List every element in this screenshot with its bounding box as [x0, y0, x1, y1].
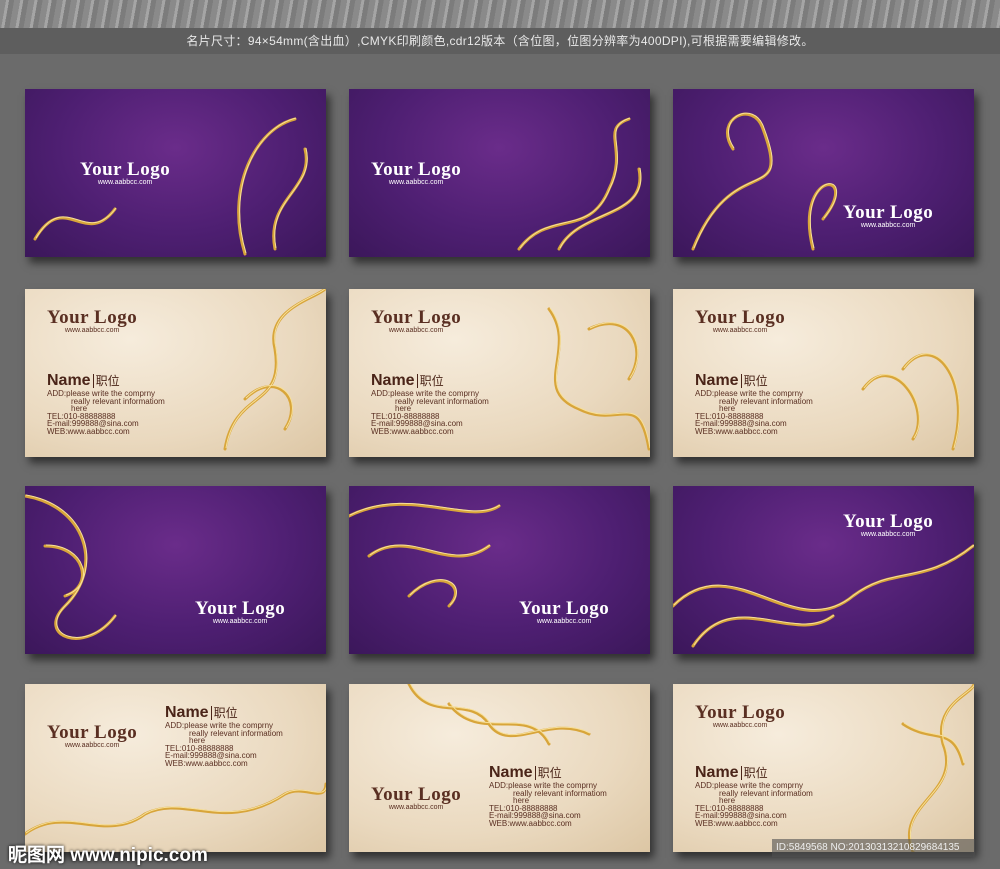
- logo-text: Your Logo: [371, 159, 462, 180]
- address-line-2: really relevant informatiom: [719, 788, 813, 798]
- spec-description: 名片尺寸：94×54mm(含出血）,CMYK印刷颜色,cdr12版本（含位图，位…: [0, 28, 1000, 54]
- logo-text: Your Logo: [843, 202, 934, 223]
- name-label: Name: [371, 372, 415, 389]
- gold-swirl-ornament: [349, 502, 501, 608]
- logo-text: Your Logo: [371, 784, 462, 805]
- name-label: Name: [489, 764, 533, 781]
- business-card[interactable]: Your Logo www.aabbcc.com Name 职位 ADD:pleas…: [25, 289, 326, 457]
- name-label: Name: [165, 704, 209, 721]
- image-id-label: ID:5849568 NO:20130313210829684135: [772, 839, 975, 857]
- address-line-2: really relevant informatiom: [189, 728, 283, 738]
- card-logo: Your Logo www.aabbcc.com: [80, 159, 170, 186]
- web-line: WEB:www.aabbcc.com: [695, 818, 778, 828]
- card-logo: Your Logo www.aabbcc.com: [195, 598, 285, 625]
- logo-text: Your Logo: [47, 307, 138, 328]
- business-card[interactable]: Your Logo www.aabbcc.com: [673, 486, 974, 654]
- card-logo: Your Logo www.aabbcc.com: [47, 307, 137, 334]
- gold-swirl-ornament: [691, 112, 837, 251]
- business-card[interactable]: Your Logo www.aabbcc.com: [25, 486, 326, 654]
- business-card[interactable]: Your Logo www.aabbcc.com Name 职位 ADD:pleas…: [25, 684, 326, 852]
- name-label: Name: [695, 372, 739, 389]
- address-line-2: really relevant informatiom: [719, 396, 813, 406]
- contact-info: Name 职位 ADD:please write the comprny real…: [695, 764, 845, 827]
- name-label: Name: [47, 372, 91, 389]
- logo-text: Your Logo: [695, 307, 786, 328]
- address-line-2: really relevant informatiom: [71, 396, 165, 406]
- web-line: WEB:www.aabbcc.com: [371, 426, 454, 436]
- card-logo: Your Logo www.aabbcc.com: [519, 598, 609, 625]
- logo-text: Your Logo: [843, 511, 934, 532]
- business-card[interactable]: Your Logo www.aabbcc.com Name 职位 ADD:pleas…: [673, 289, 974, 457]
- web-line: WEB:www.aabbcc.com: [165, 758, 248, 768]
- card-logo: Your Logo www.aabbcc.com: [695, 307, 785, 334]
- card-logo: Your Logo www.aabbcc.com: [843, 202, 933, 229]
- decorative-top-band: [0, 0, 1000, 28]
- contact-info: Name 职位 ADD:please write the comprny real…: [695, 372, 845, 435]
- position-label: 职位: [210, 706, 238, 720]
- business-card[interactable]: Your Logo www.aabbcc.com: [349, 89, 650, 257]
- logo-text: Your Logo: [695, 702, 786, 723]
- card-logo: Your Logo www.aabbcc.com: [371, 784, 461, 811]
- logo-text: Your Logo: [519, 598, 610, 619]
- contact-info: Name 职位 ADD:please write the comprny real…: [371, 372, 521, 435]
- card-logo: Your Logo www.aabbcc.com: [371, 307, 461, 334]
- logo-text: Your Logo: [80, 159, 171, 180]
- contact-info: Name 职位 ADD:please write the comprny real…: [165, 704, 315, 767]
- business-card[interactable]: Your Logo www.aabbcc.com: [25, 89, 326, 257]
- logo-text: Your Logo: [195, 598, 286, 619]
- position-label: 职位: [92, 374, 120, 388]
- business-card[interactable]: Your Logo www.aabbcc.com: [349, 486, 650, 654]
- business-card[interactable]: Your Logo www.aabbcc.com Name 职位 ADD:pleas…: [349, 684, 650, 852]
- card-logo: Your Logo www.aabbcc.com: [371, 159, 461, 186]
- web-line: WEB:www.aabbcc.com: [489, 818, 572, 828]
- position-label: 职位: [740, 766, 768, 780]
- gold-swirl-ornament: [33, 117, 308, 256]
- business-card[interactable]: Your Logo www.aabbcc.com: [673, 89, 974, 257]
- position-label: 职位: [740, 374, 768, 388]
- web-line: WEB:www.aabbcc.com: [47, 426, 130, 436]
- contact-info: Name 职位 ADD:please write the comprny real…: [489, 764, 639, 827]
- address-line-2: really relevant informatiom: [513, 788, 607, 798]
- address-line-2: really relevant informatiom: [395, 396, 489, 406]
- card-logo: Your Logo www.aabbcc.com: [843, 511, 933, 538]
- web-line: WEB:www.aabbcc.com: [695, 426, 778, 436]
- business-card[interactable]: Your Logo www.aabbcc.com Name 职位 ADD:pleas…: [673, 684, 974, 852]
- watermark-logo: 昵图网 www.nipic.com: [8, 845, 208, 866]
- card-logo: Your Logo www.aabbcc.com: [47, 722, 137, 749]
- logo-text: Your Logo: [47, 722, 138, 743]
- position-label: 职位: [416, 374, 444, 388]
- card-logo: Your Logo www.aabbcc.com: [695, 702, 785, 729]
- name-label: Name: [695, 764, 739, 781]
- contact-info: Name 职位 ADD:please write the comprny real…: [47, 372, 197, 435]
- business-card[interactable]: Your Logo www.aabbcc.com Name 职位 ADD:pleas…: [349, 289, 650, 457]
- position-label: 职位: [534, 766, 562, 780]
- gold-swirl-ornament: [25, 494, 117, 640]
- logo-text: Your Logo: [371, 307, 462, 328]
